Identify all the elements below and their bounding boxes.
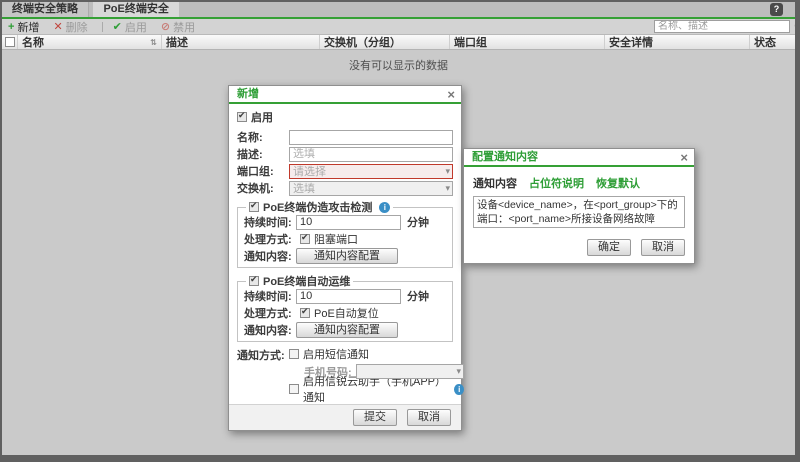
enable-checkbox[interactable] bbox=[237, 112, 247, 122]
notify-content-textarea[interactable]: 设备<device_name>，在<port_group>下的端口：<port_… bbox=[473, 196, 685, 228]
toolbar-separator bbox=[102, 22, 103, 32]
tab-bar: 终端安全策略 PoE终端安全 ? bbox=[2, 2, 795, 19]
auto-maintain-fieldset: PoE终端自动运维 持续时间: 分钟 处理方式: PoE自动复位 通知内容: 通… bbox=[237, 273, 453, 342]
desc-label: 描述: bbox=[237, 146, 289, 162]
notify-content-label: 通知内容 bbox=[473, 175, 517, 191]
notify-dialog-footer: 确定 取消 bbox=[473, 239, 685, 256]
add-button[interactable]: + 新增 bbox=[8, 19, 39, 35]
column-header-status[interactable]: 状态 bbox=[750, 35, 795, 49]
block-port-label: 阻塞端口 bbox=[314, 231, 358, 247]
column-header-description[interactable]: 描述 bbox=[162, 35, 320, 49]
name-label: 名称: bbox=[237, 129, 289, 145]
switch-label: 交换机: bbox=[237, 180, 289, 196]
action-label: 处理方式: bbox=[244, 231, 296, 247]
cancel-button[interactable]: 取消 bbox=[641, 239, 685, 256]
enable-checkbox-label: 启用 bbox=[251, 109, 273, 125]
placeholder-help-link[interactable]: 占位符说明 bbox=[529, 175, 584, 191]
name-field[interactable] bbox=[289, 130, 453, 145]
chevron-down-icon: ▾ bbox=[445, 165, 450, 178]
select-all-cell bbox=[2, 35, 18, 49]
add-dialog-title: 新增 bbox=[237, 88, 259, 100]
port-group-select[interactable]: 请选择 ▾ bbox=[289, 164, 453, 179]
desc-field[interactable] bbox=[289, 147, 453, 162]
empty-state-text: 没有可以显示的数据 bbox=[2, 57, 795, 73]
chevron-down-icon: ▾ bbox=[445, 182, 450, 195]
poe-reset-checkbox[interactable] bbox=[300, 308, 310, 318]
notify-dialog-body: 通知内容 占位符说明 恢复默认 设备<device_name>，在<port_g… bbox=[464, 167, 694, 263]
add-dialog-body: 启用 名称: 描述: 端口组: 请选择 ▾ 交换机: 选填 bbox=[229, 104, 461, 400]
poe-reset-label: PoE自动复位 bbox=[314, 305, 379, 321]
chevron-down-icon: ▾ bbox=[456, 365, 461, 378]
action-label: 处理方式: bbox=[244, 305, 296, 321]
plus-icon: + bbox=[8, 21, 14, 33]
block-port-checkbox[interactable] bbox=[300, 234, 310, 244]
add-dialog: 新增 × 启用 名称: 描述: 端口组: 请选择 ▾ bbox=[228, 85, 462, 431]
switch-select[interactable]: 选填 ▾ bbox=[289, 181, 453, 196]
add-button-label: 新增 bbox=[17, 19, 39, 35]
info-icon[interactable]: i bbox=[379, 202, 390, 213]
duration-label: 持续时间: bbox=[244, 288, 296, 304]
auto-duration-field[interactable] bbox=[296, 289, 401, 304]
notify-content-label: 通知内容: bbox=[244, 248, 296, 264]
restore-default-link[interactable]: 恢复默认 bbox=[596, 175, 640, 191]
forge-duration-field[interactable] bbox=[296, 215, 401, 230]
notify-dialog-title: 配置通知内容 bbox=[472, 151, 538, 163]
notify-dialog-title-bar: 配置通知内容 × bbox=[464, 149, 694, 167]
close-icon[interactable]: × bbox=[680, 149, 688, 166]
sms-notify-checkbox[interactable] bbox=[289, 349, 299, 359]
tab-terminal-security-policy[interactable]: 终端安全策略 bbox=[2, 2, 89, 17]
notify-method-label: 通知方式: bbox=[237, 347, 289, 396]
search-box bbox=[654, 20, 790, 33]
toolbar: + 新增 ✕ 删除 ✔ 启用 ⊘ 禁用 bbox=[2, 19, 795, 35]
table-header: 名称 ⇅ 描述 交换机（分组） 端口组 安全详情 状态 bbox=[2, 35, 795, 50]
forge-detection-checkbox[interactable] bbox=[249, 202, 259, 212]
port-group-label: 端口组: bbox=[237, 163, 289, 179]
select-all-checkbox[interactable] bbox=[5, 37, 15, 47]
disable-button-label: 禁用 bbox=[173, 19, 195, 35]
forge-detection-fieldset: PoE终端伪造攻击检测 i 持续时间: 分钟 处理方式: 阻塞端口 通知内容: … bbox=[237, 199, 453, 268]
add-dialog-footer: 提交 取消 bbox=[229, 404, 461, 430]
help-icon[interactable]: ? bbox=[770, 3, 783, 16]
delete-button-label: 删除 bbox=[66, 19, 88, 35]
app-window: 终端安全策略 PoE终端安全 ? + 新增 ✕ 删除 ✔ 启用 ⊘ 禁用 bbox=[2, 2, 795, 455]
duration-unit: 分钟 bbox=[407, 214, 429, 230]
enable-button-label: 启用 bbox=[125, 19, 147, 35]
enable-button[interactable]: ✔ 启用 bbox=[113, 19, 147, 35]
check-icon: ✔ bbox=[113, 20, 122, 33]
add-dialog-title-bar: 新增 × bbox=[229, 86, 461, 104]
info-icon[interactable]: i bbox=[454, 384, 464, 395]
auto-notify-config-button[interactable]: 通知内容配置 bbox=[296, 322, 398, 338]
search-icon[interactable] bbox=[793, 21, 795, 32]
app-notify-checkbox[interactable] bbox=[289, 384, 299, 394]
duration-label: 持续时间: bbox=[244, 214, 296, 230]
notify-dialog: 配置通知内容 × 通知内容 占位符说明 恢复默认 设备<device_name>… bbox=[463, 148, 695, 264]
notify-content-label: 通知内容: bbox=[244, 322, 296, 338]
forge-notify-config-button[interactable]: 通知内容配置 bbox=[296, 248, 398, 264]
submit-button[interactable]: 提交 bbox=[353, 409, 397, 426]
column-header-port-group[interactable]: 端口组 bbox=[450, 35, 605, 49]
port-group-select-value: 请选择 bbox=[293, 163, 326, 179]
column-header-security-detail[interactable]: 安全详情 bbox=[605, 35, 750, 49]
duration-unit: 分钟 bbox=[407, 288, 429, 304]
delete-button[interactable]: ✕ 删除 bbox=[53, 19, 87, 35]
sms-notify-label: 启用短信通知 bbox=[303, 346, 369, 362]
disable-button[interactable]: ⊘ 禁用 bbox=[161, 19, 195, 35]
column-header-name[interactable]: 名称 ⇅ bbox=[18, 35, 162, 49]
forge-detection-title: PoE终端伪造攻击检测 bbox=[263, 199, 372, 215]
column-header-switch-group[interactable]: 交换机（分组） bbox=[320, 35, 450, 49]
close-icon[interactable]: × bbox=[447, 86, 455, 103]
switch-select-value: 选填 bbox=[293, 180, 315, 196]
phone-number-select[interactable]: ▾ bbox=[356, 364, 464, 379]
auto-maintain-checkbox[interactable] bbox=[249, 276, 259, 286]
ban-icon: ⊘ bbox=[161, 20, 170, 33]
tab-poe-terminal-security[interactable]: PoE终端安全 bbox=[93, 2, 178, 17]
auto-maintain-title: PoE终端自动运维 bbox=[263, 273, 350, 289]
ok-button[interactable]: 确定 bbox=[587, 239, 631, 256]
sort-icon[interactable]: ⇅ bbox=[150, 38, 157, 47]
cancel-button[interactable]: 取消 bbox=[407, 409, 451, 426]
search-input[interactable] bbox=[655, 21, 793, 32]
delete-icon: ✕ bbox=[53, 20, 62, 33]
notify-method-block: 通知方式: 启用短信通知 手机号码: ▾ 启用信锐云助手（手机APP bbox=[237, 347, 453, 396]
